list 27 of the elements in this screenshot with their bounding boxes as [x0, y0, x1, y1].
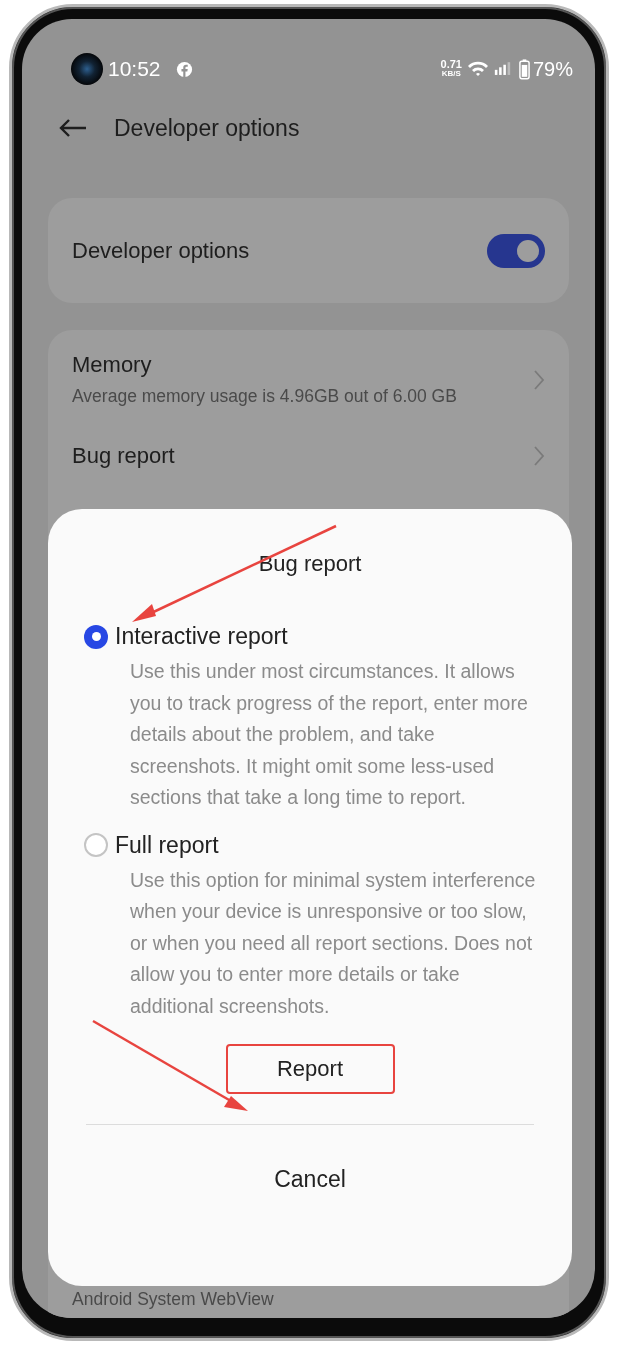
dialog-title: Bug report	[258, 551, 362, 577]
radio-button[interactable]	[84, 624, 108, 649]
battery-level: 79%	[532, 57, 573, 81]
chevron-icon	[533, 368, 545, 391]
signal-icon	[493, 62, 511, 76]
notification-icon	[174, 59, 194, 79]
network-speed: 0.71	[440, 59, 462, 69]
option-label[interactable]: Interactive report	[115, 623, 288, 650]
option-description: Use this option for minimal system interference when your device is unresponsive or too slow, or when you need all report sections. Does not allow you to enter more details or take additional screenshots.	[129, 867, 537, 1019]
chevron-icon	[533, 445, 545, 467]
clock: 10:52	[108, 57, 161, 81]
page-title: Developer options	[114, 114, 300, 142]
battery-icon	[518, 58, 530, 80]
toggle-switch[interactable]	[487, 233, 545, 268]
setting-title: Developer options	[72, 237, 250, 264]
option-label[interactable]: Full report	[115, 831, 219, 859]
setting-title[interactable]: Bug report	[72, 443, 175, 469]
setting-subtitle: Average memory usage is 4.96GB out of 6.00 GB	[72, 386, 457, 407]
report-button[interactable]: Report	[225, 1044, 395, 1094]
option-description: Use this under most circumstances. It allows you to track progress of the report, enter more details about the problem, and take screenshots. It might omit some less-used sections that take a long time to report.	[129, 659, 529, 810]
setting-subtitle: Android System WebView	[72, 1289, 275, 1310]
camera-hole	[71, 53, 103, 85]
radio-button[interactable]	[84, 833, 108, 857]
back-arrow-icon[interactable]	[58, 118, 88, 138]
cancel-button[interactable]: Cancel	[264, 1162, 356, 1197]
network-speed-unit: KB/S	[441, 69, 461, 79]
setting-title[interactable]: Memory	[72, 352, 457, 378]
